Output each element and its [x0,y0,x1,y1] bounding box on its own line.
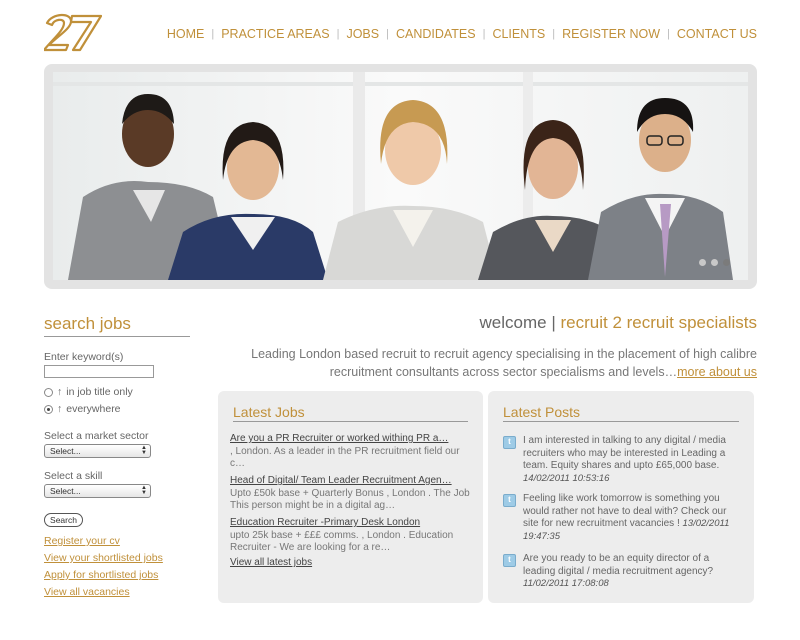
latest-posts-title: Latest Posts [503,404,739,422]
post-text: I am interested in talking to any digita… [523,435,726,471]
apply-shortlisted-link[interactable]: Apply for shortlisted jobs [44,569,158,581]
search-button[interactable]: Search [44,513,83,527]
job-description: , London. As a leader in the PR recruitm… [230,445,460,470]
welcome-heading: welcome | recruit 2 recruit specialists [480,313,757,333]
slider-dot[interactable] [699,259,706,266]
slider-dot[interactable] [711,259,718,266]
job-description: Upto £50k base + Quarterly Bonus , Londo… [230,487,470,512]
radio-arrow-icon: ↑ [57,386,63,398]
radio-arrow-icon: ↑ [57,403,63,415]
intro-text: Leading London based recruit to recruit … [217,345,757,381]
view-all-jobs-link[interactable]: View all latest jobs [230,557,312,568]
skill-label: Select a skill [44,470,103,482]
job-item: Education Recruiter -Primary Desk London… [230,517,470,555]
post-date: 11/02/2011 17:08:08 [523,578,609,589]
post-item: t I am interested in talking to any digi… [503,435,741,485]
skill-select[interactable]: Select... ▲ ▼ [44,484,151,498]
twitter-icon: t [503,494,516,507]
post-item: t Are you ready to be an equity director… [503,553,741,591]
radio-title-only-label: in job title only [66,386,133,398]
nav-register-now[interactable]: REGISTER NOW [562,27,660,41]
nav-practice-areas[interactable]: PRACTICE AREAS [221,27,329,41]
welcome-prefix: welcome | [479,313,561,332]
post-item: t Feeling like work tomorrow is somethin… [503,493,741,543]
radio-everywhere-row[interactable]: ↑ everywhere [44,403,121,415]
radio-title-only-row[interactable]: ↑ in job title only [44,386,133,398]
nav-separator: | [211,28,215,40]
radio-everywhere[interactable] [44,404,53,414]
select-arrows-icon: ▲ ▼ [141,485,147,496]
brand-logo[interactable] [44,12,102,52]
radio-everywhere-label: everywhere [66,403,121,415]
post-body: Feeling like work tomorrow is something … [523,493,741,543]
post-date: 14/02/2011 10:53:16 [523,472,610,484]
twitter-icon: t [503,436,516,449]
nav-separator: | [482,28,486,40]
job-item: Head of Digital/ Team Leader Recruitment… [230,475,470,513]
nav-separator: | [386,28,389,40]
nav-jobs[interactable]: JOBS [346,27,379,41]
hero-image [53,72,748,280]
post-body: I am interested in talking to any digita… [523,435,741,485]
job-description: upto 25k base + £££ comms. , London . Ed… [230,529,454,554]
welcome-accent: recruit 2 recruit specialists [560,313,757,332]
nav-candidates[interactable]: CANDIDATES [396,27,476,41]
main-nav: HOME | PRACTICE AREAS | JOBS | CANDIDATE… [167,27,757,41]
post-text: Are you ready to be an equity director o… [523,553,714,577]
keyword-input[interactable] [44,365,154,378]
nav-separator: | [667,28,670,40]
view-shortlisted-link[interactable]: View your shortlisted jobs [44,552,163,564]
latest-jobs-panel: Latest Jobs Are you a PR Recruiter or wo… [218,391,483,603]
sector-label: Select a market sector [44,430,149,442]
register-cv-link[interactable]: Register your cv [44,535,120,547]
radio-title-only[interactable] [44,387,53,397]
hero-banner [44,64,757,289]
sector-select-value: Select... [50,446,81,456]
post-body: Are you ready to be an equity director o… [523,553,741,591]
team-photo-illustration [53,72,748,280]
job-title-link[interactable]: Education Recruiter -Primary Desk London [230,517,470,530]
more-about-us-link[interactable]: more about us [677,365,757,379]
latest-posts-panel: Latest Posts t I am interested in talkin… [488,391,754,603]
select-arrows-icon: ▲ ▼ [141,445,147,456]
sector-select[interactable]: Select... ▲ ▼ [44,444,151,458]
slider-dots [699,259,730,266]
job-item: Are you a PR Recruiter or worked withing… [230,433,470,471]
skill-select-value: Select... [50,486,81,496]
nav-contact-us[interactable]: CONTACT US [677,27,757,41]
view-all-vacancies-link[interactable]: View all vacancies [44,586,130,598]
job-title-link[interactable]: Are you a PR Recruiter or worked withing… [230,433,470,446]
nav-home[interactable]: HOME [167,27,205,41]
nav-clients[interactable]: CLIENTS [492,27,545,41]
job-title-link[interactable]: Head of Digital/ Team Leader Recruitment… [230,475,470,488]
nav-separator: | [336,28,340,40]
latest-jobs-title: Latest Jobs [233,404,468,422]
keyword-label: Enter keyword(s) [44,351,124,363]
search-jobs-heading: search jobs [44,314,190,337]
nav-separator: | [552,28,556,40]
twitter-icon: t [503,554,516,567]
slider-dot-active[interactable] [723,259,730,266]
